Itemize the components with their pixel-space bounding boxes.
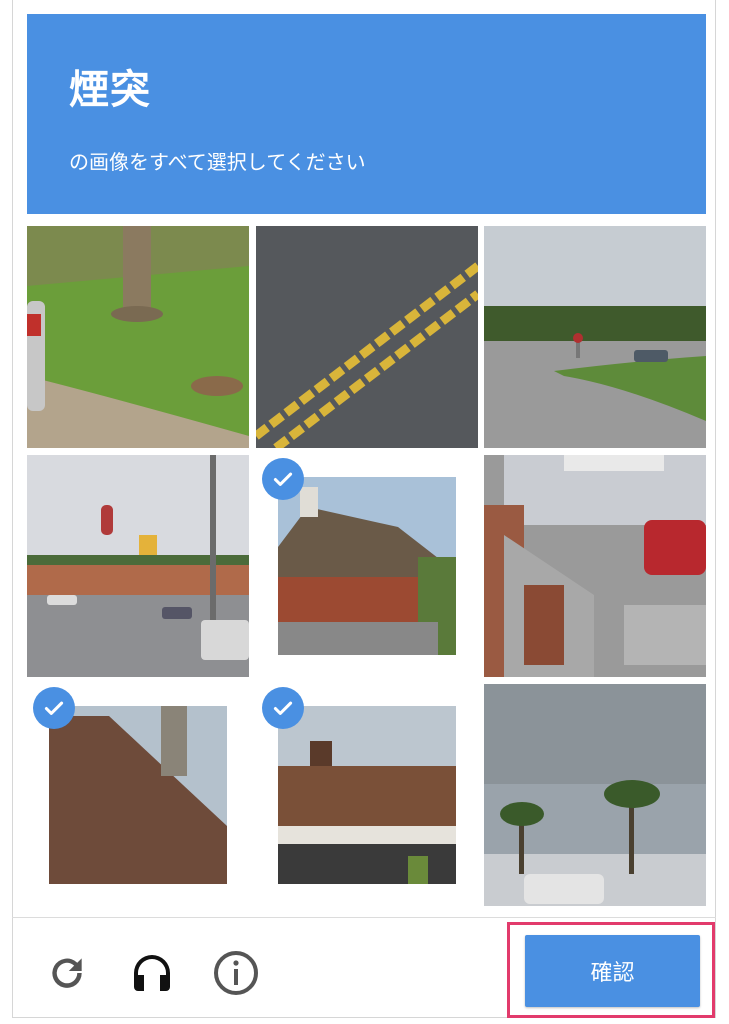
challenge-title: 煙突	[69, 67, 151, 113]
image-tile-9[interactable]	[484, 684, 706, 906]
tile-image	[484, 684, 706, 906]
challenge-instructions: の画像をすべて選択してください	[69, 150, 366, 174]
image-tile-1[interactable]	[27, 226, 249, 448]
tile-image	[278, 706, 456, 884]
selected-checkmark-icon	[262, 458, 304, 500]
image-tile-4[interactable]	[27, 455, 249, 677]
tile-image	[256, 226, 478, 448]
tile-image	[27, 455, 249, 677]
image-tile-5[interactable]	[256, 455, 478, 677]
selected-checkmark-icon	[262, 687, 304, 729]
audio-challenge-button[interactable]	[127, 948, 177, 998]
tile-image	[27, 226, 249, 448]
headphones-icon	[134, 955, 170, 991]
info-icon	[214, 951, 258, 995]
reload-button[interactable]	[42, 948, 92, 998]
tile-image	[484, 455, 706, 677]
tile-image	[278, 477, 456, 655]
tile-image	[49, 706, 227, 884]
footer-divider	[12, 917, 716, 918]
image-tile-6[interactable]	[484, 455, 706, 677]
image-tile-2[interactable]	[256, 226, 478, 448]
image-tile-7[interactable]	[27, 684, 249, 906]
selected-checkmark-icon	[33, 687, 75, 729]
info-button[interactable]	[211, 948, 261, 998]
tile-image	[484, 226, 706, 448]
reload-icon	[52, 958, 82, 988]
captcha-header: 煙突 の画像をすべて選択してください	[27, 14, 706, 214]
image-tile-8[interactable]	[256, 684, 478, 906]
verify-button[interactable]: 確認	[525, 935, 700, 1007]
image-tile-3[interactable]	[484, 226, 706, 448]
